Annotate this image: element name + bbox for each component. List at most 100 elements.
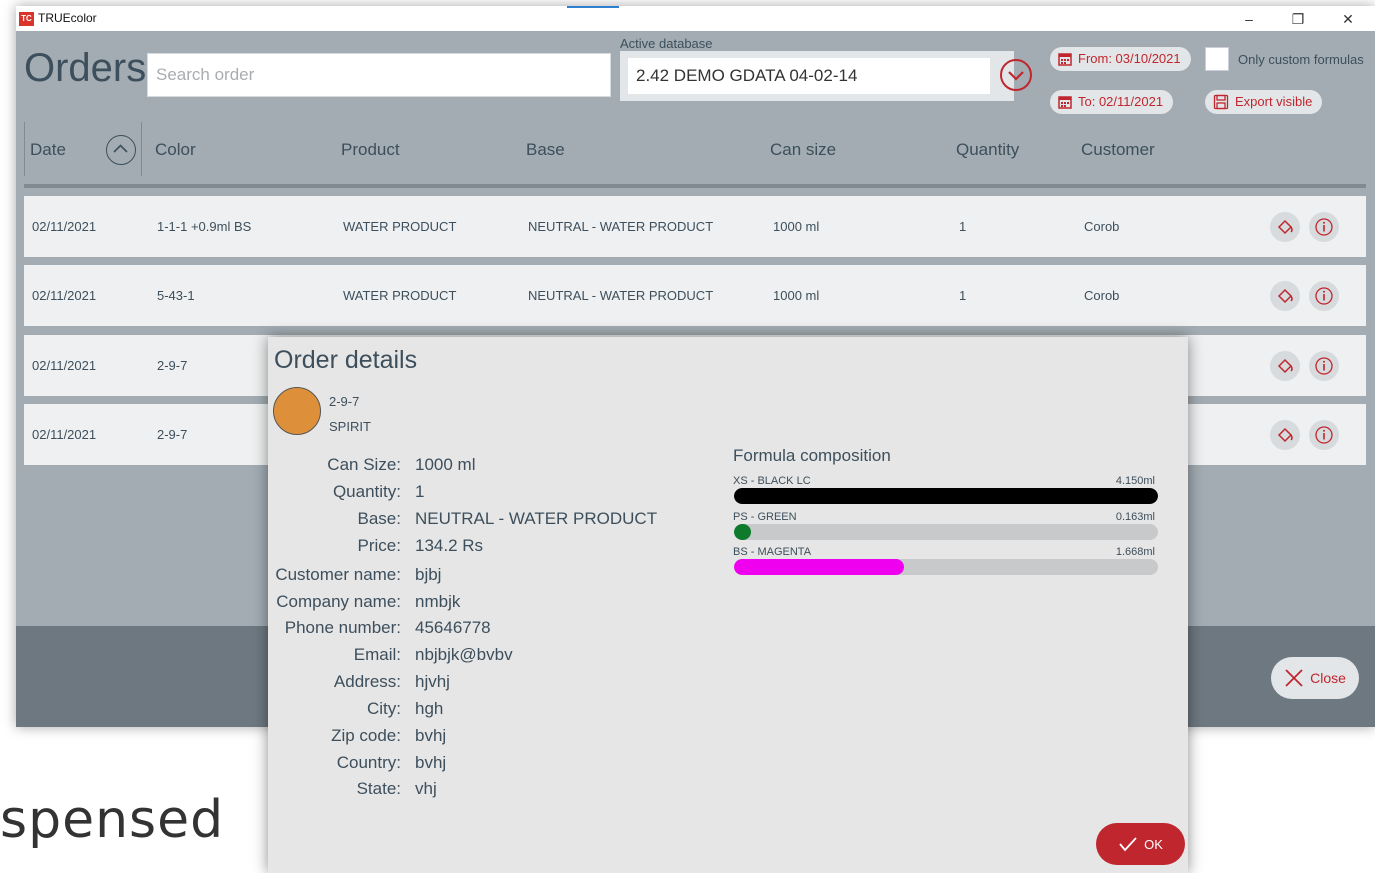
formula-colorant-amount: 0.163ml: [1115, 511, 1155, 523]
product-name: SPIRIT: [329, 419, 371, 434]
column-header-product[interactable]: Product: [341, 140, 400, 160]
formula-colorant-bar: [734, 559, 1158, 575]
cell-date: 02/11/2021: [32, 358, 97, 373]
to-date-button[interactable]: To: 02/11/2021: [1050, 90, 1174, 114]
cell-customer: Corob: [1084, 219, 1120, 234]
window-title: TRUEcolor: [38, 11, 97, 25]
database-value[interactable]: 2.42 DEMO GDATA 04-02-14: [628, 58, 990, 94]
field-label: City:: [367, 699, 401, 718]
formula-colorant-amount: 4.150ml: [1115, 475, 1155, 487]
calendar-icon: [1058, 96, 1072, 109]
info-button[interactable]: [1309, 212, 1339, 242]
header-separator: [24, 184, 1366, 188]
chevron-down-icon: [1008, 71, 1024, 81]
close-window-button[interactable]: ✕: [1333, 9, 1363, 29]
field-value: 1000 ml: [415, 455, 476, 474]
info-button[interactable]: [1309, 351, 1339, 381]
cell-can-size: 1000 ml: [773, 219, 820, 234]
field-label: Email:: [353, 645, 401, 664]
column-divider: [24, 122, 25, 176]
formula-colorant-name: XS - BLACK LC: [733, 475, 811, 487]
cell-color: 2-9-7: [157, 427, 188, 442]
formula-colorant-name: PS - GREEN: [733, 511, 797, 523]
ok-button[interactable]: OK: [1096, 823, 1185, 865]
table-row[interactable]: 02/11/2021 5-43-1 WATER PRODUCT NEUTRAL …: [24, 265, 1366, 326]
color-code: 2-9-7: [329, 394, 360, 409]
save-icon: [1213, 94, 1229, 110]
formula-colorant-fill: [734, 488, 1158, 504]
column-header-base[interactable]: Base: [526, 140, 565, 160]
field-label: Country:: [336, 753, 401, 772]
active-database-label: Active database: [620, 36, 713, 51]
close-button[interactable]: Close: [1271, 657, 1359, 699]
column-divider: [141, 122, 142, 176]
formula-colorant-amount: 1.668ml: [1115, 546, 1155, 558]
field-value: nbjbjk@bvbv: [415, 645, 513, 664]
formula-colorant-fill: [734, 559, 904, 575]
column-header-color[interactable]: Color: [155, 140, 196, 160]
database-dropdown-button[interactable]: [1000, 59, 1032, 91]
dispense-button[interactable]: [1270, 281, 1300, 311]
cell-color: 5-43-1: [157, 288, 195, 303]
field-value: bvhj: [415, 753, 447, 772]
cell-date: 02/11/2021: [32, 219, 97, 234]
dispense-button[interactable]: [1270, 420, 1300, 450]
only-custom-formulas-checkbox[interactable]: [1205, 47, 1229, 71]
paint-bucket-icon: [1277, 427, 1293, 443]
dispense-button[interactable]: [1270, 351, 1300, 381]
field-label: Can Size:: [327, 455, 401, 474]
chevron-up-icon: [113, 144, 128, 153]
field-value: bvhj: [415, 726, 447, 745]
field-value: NEUTRAL - WATER PRODUCT: [415, 509, 658, 528]
database-selector[interactable]: 2.42 DEMO GDATA 04-02-14: [620, 51, 1032, 101]
field-label: Company name:: [276, 592, 401, 611]
field-value: 1: [415, 482, 425, 501]
cell-can-size: 1000 ml: [773, 288, 820, 303]
info-button[interactable]: [1309, 281, 1339, 311]
info-icon: [1315, 357, 1333, 375]
field-label: Zip code:: [331, 726, 401, 745]
cell-date: 02/11/2021: [32, 427, 97, 442]
sort-toggle-button[interactable]: [106, 135, 136, 165]
calendar-icon: [1058, 53, 1072, 66]
from-date-button[interactable]: From: 03/10/2021: [1050, 47, 1191, 71]
field-value: 134.2 Rs: [415, 536, 484, 555]
search-input[interactable]: [147, 53, 611, 97]
column-header-date[interactable]: Date: [30, 140, 66, 160]
info-icon: [1315, 287, 1333, 305]
field-value: hjvhj: [415, 672, 450, 691]
column-header-customer[interactable]: Customer: [1081, 140, 1155, 160]
close-icon: [1285, 669, 1303, 687]
field-value: bjbj: [415, 565, 442, 584]
field-label: State:: [356, 779, 401, 798]
info-icon: [1315, 426, 1333, 444]
title-bar: TC TRUEcolor – ❐ ✕: [16, 6, 1375, 31]
field-label: Base:: [357, 509, 401, 528]
dialog-title: Order details: [274, 346, 418, 374]
field-value: nmbjk: [415, 592, 461, 611]
formula-composition-title: Formula composition: [733, 446, 891, 465]
ok-button-label: OK: [1144, 836, 1163, 852]
formula-colorant-bar: [734, 524, 1158, 540]
field-label: Customer name:: [275, 565, 401, 584]
info-button[interactable]: [1309, 420, 1339, 450]
cell-quantity: 1: [959, 219, 967, 234]
paint-bucket-icon: [1277, 358, 1293, 374]
info-icon: [1315, 218, 1333, 236]
formula-colorant-fill: [734, 524, 751, 540]
cell-product: WATER PRODUCT: [343, 219, 457, 234]
field-value: hgh: [415, 699, 444, 718]
restore-button[interactable]: ❐: [1283, 9, 1313, 29]
to-date-label: To: 02/11/2021: [1078, 94, 1164, 109]
cell-color: 1-1-1 +0.9ml BS: [157, 219, 252, 234]
table-row[interactable]: 02/11/2021 1-1-1 +0.9ml BS WATER PRODUCT…: [24, 196, 1366, 257]
field-label: Price:: [357, 536, 401, 555]
export-visible-button[interactable]: Export visible: [1205, 90, 1323, 114]
background-window-text: spensed: [0, 790, 225, 850]
app-logo-icon: TC: [19, 12, 34, 26]
dispense-button[interactable]: [1270, 212, 1300, 242]
column-header-quantity[interactable]: Quantity: [956, 140, 1019, 160]
column-header-can-size[interactable]: Can size: [770, 140, 836, 160]
minimize-button[interactable]: –: [1234, 9, 1264, 29]
cell-product: WATER PRODUCT: [343, 288, 457, 303]
